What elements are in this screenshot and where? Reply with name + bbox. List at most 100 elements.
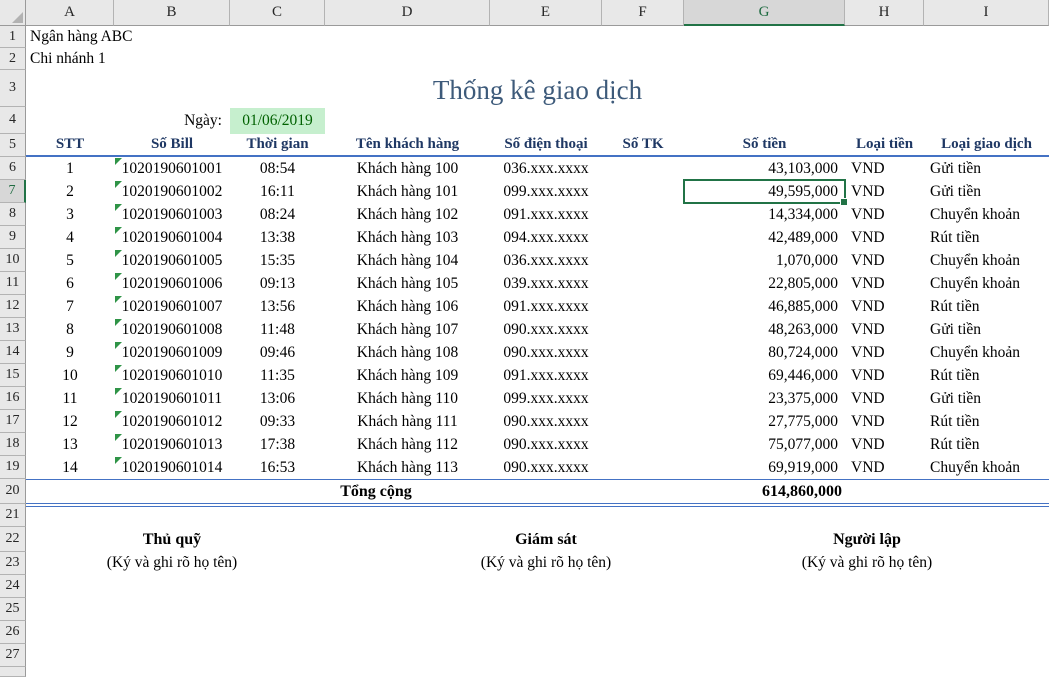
date-value-cell[interactable]: 01/06/2019 — [230, 108, 325, 134]
cell-type-row16[interactable]: Gửi tiền — [924, 387, 1049, 410]
row-header-4[interactable]: 4 — [0, 107, 26, 134]
signature-title-cashier[interactable]: Thủ quỹ — [62, 527, 282, 552]
cell-amount-row16[interactable]: 23,375,000 — [684, 387, 845, 410]
column-header-H[interactable]: H — [845, 0, 924, 26]
cell-currency-row12[interactable]: VND — [845, 295, 924, 318]
cell-phone-row19[interactable]: 090.xxx.xxxx — [490, 456, 602, 479]
cell-type-row9[interactable]: Rút tiền — [924, 226, 1049, 249]
cell-time-row13[interactable]: 11:48 — [230, 318, 325, 341]
cell-account-row7[interactable] — [602, 180, 684, 203]
cell-stt-row14[interactable]: 9 — [26, 341, 114, 364]
cell-amount-row7[interactable]: 49,595,000 — [684, 180, 845, 203]
row-header-18[interactable]: 18 — [0, 433, 26, 456]
cell-phone-row12[interactable]: 091.xxx.xxxx — [490, 295, 602, 318]
cell-phone-row13[interactable]: 090.xxx.xxxx — [490, 318, 602, 341]
cell-time-row12[interactable]: 13:56 — [230, 295, 325, 318]
cell-type-row10[interactable]: Chuyển khoản — [924, 249, 1049, 272]
cell-currency-row11[interactable]: VND — [845, 272, 924, 295]
cell-phone-row11[interactable]: 039.xxx.xxxx — [490, 272, 602, 295]
cell-time-row11[interactable]: 09:13 — [230, 272, 325, 295]
cell-time-row18[interactable]: 17:38 — [230, 433, 325, 456]
row-header-5[interactable]: 5 — [0, 134, 26, 157]
cell-account-row18[interactable] — [602, 433, 684, 456]
cell-bill-row6[interactable]: 1020190601001 — [114, 157, 230, 180]
cell-currency-row7[interactable]: VND — [845, 180, 924, 203]
cell-account-row10[interactable] — [602, 249, 684, 272]
cell-phone-row18[interactable]: 090.xxx.xxxx — [490, 433, 602, 456]
cell-name-row8[interactable]: Khách hàng 102 — [325, 203, 490, 226]
cell-bill-row9[interactable]: 1020190601004 — [114, 226, 230, 249]
cell-time-row7[interactable]: 16:11 — [230, 180, 325, 203]
cell-name-row7[interactable]: Khách hàng 101 — [325, 180, 490, 203]
table-header-type[interactable]: Loại giao dịch — [924, 134, 1049, 155]
cell-bill-row8[interactable]: 1020190601003 — [114, 203, 230, 226]
cell-stt-row12[interactable]: 7 — [26, 295, 114, 318]
cell-type-row13[interactable]: Gửi tiền — [924, 318, 1049, 341]
cell-stt-row6[interactable]: 1 — [26, 157, 114, 180]
row-header-25[interactable]: 25 — [0, 598, 26, 621]
row-header-12[interactable]: 12 — [0, 295, 26, 318]
cell-name-row6[interactable]: Khách hàng 100 — [325, 157, 490, 180]
cell-name-row13[interactable]: Khách hàng 107 — [325, 318, 490, 341]
cell-name-row18[interactable]: Khách hàng 112 — [325, 433, 490, 456]
signature-note-supervisor[interactable]: (Ký và ghi rõ họ tên) — [416, 552, 676, 574]
column-header-E[interactable]: E — [490, 0, 602, 26]
row-header-16[interactable]: 16 — [0, 387, 26, 410]
row-header-9[interactable]: 9 — [0, 226, 26, 249]
row-header-23[interactable]: 23 — [0, 552, 26, 575]
cell-account-row19[interactable] — [602, 456, 684, 479]
table-header-amount[interactable]: Số tiền — [684, 134, 845, 155]
cell-stt-row10[interactable]: 5 — [26, 249, 114, 272]
company-cell[interactable]: Ngân hàng ABC — [30, 26, 132, 48]
cell-name-row10[interactable]: Khách hàng 104 — [325, 249, 490, 272]
cell-account-row6[interactable] — [602, 157, 684, 180]
date-label-cell[interactable]: Ngày: — [114, 107, 222, 134]
table-header-name[interactable]: Tên khách hàng — [325, 134, 490, 155]
cell-bill-row10[interactable]: 1020190601005 — [114, 249, 230, 272]
cell-time-row16[interactable]: 13:06 — [230, 387, 325, 410]
cell-currency-row13[interactable]: VND — [845, 318, 924, 341]
cell-bill-row15[interactable]: 1020190601010 — [114, 364, 230, 387]
cell-type-row15[interactable]: Rút tiền — [924, 364, 1049, 387]
cell-account-row16[interactable] — [602, 387, 684, 410]
cell-phone-row6[interactable]: 036.xxx.xxxx — [490, 157, 602, 180]
report-title[interactable]: Thống kê giao dịch — [26, 70, 1049, 107]
cell-name-row9[interactable]: Khách hàng 103 — [325, 226, 490, 249]
cell-name-row16[interactable]: Khách hàng 110 — [325, 387, 490, 410]
cell-currency-row18[interactable]: VND — [845, 433, 924, 456]
cell-account-row12[interactable] — [602, 295, 684, 318]
column-header-I[interactable]: I — [924, 0, 1049, 26]
row-header-11[interactable]: 11 — [0, 272, 26, 295]
signature-note-preparer[interactable]: (Ký và ghi rõ họ tên) — [737, 552, 997, 574]
cell-amount-row11[interactable]: 22,805,000 — [684, 272, 845, 295]
cell-amount-row12[interactable]: 46,885,000 — [684, 295, 845, 318]
cell-currency-row9[interactable]: VND — [845, 226, 924, 249]
row-header-3[interactable]: 3 — [0, 70, 26, 107]
cell-phone-row16[interactable]: 099.xxx.xxxx — [490, 387, 602, 410]
cell-amount-row19[interactable]: 69,919,000 — [684, 456, 845, 479]
cell-currency-row17[interactable]: VND — [845, 410, 924, 433]
cell-amount-row17[interactable]: 27,775,000 — [684, 410, 845, 433]
cell-account-row8[interactable] — [602, 203, 684, 226]
column-header-C[interactable]: C — [230, 0, 325, 26]
table-header-account[interactable]: Số TK — [602, 134, 684, 155]
cell-phone-row15[interactable]: 091.xxx.xxxx — [490, 364, 602, 387]
cell-phone-row7[interactable]: 099.xxx.xxxx — [490, 180, 602, 203]
cell-time-row19[interactable]: 16:53 — [230, 456, 325, 479]
column-header-G[interactable]: G — [684, 0, 845, 26]
cell-name-row19[interactable]: Khách hàng 113 — [325, 456, 490, 479]
row-header-13[interactable]: 13 — [0, 318, 26, 341]
row-header-8[interactable]: 8 — [0, 203, 26, 226]
cell-account-row15[interactable] — [602, 364, 684, 387]
cell-account-row17[interactable] — [602, 410, 684, 433]
cell-currency-row8[interactable]: VND — [845, 203, 924, 226]
cell-time-row17[interactable]: 09:33 — [230, 410, 325, 433]
cell-type-row8[interactable]: Chuyển khoản — [924, 203, 1049, 226]
cell-name-row11[interactable]: Khách hàng 105 — [325, 272, 490, 295]
cell-bill-row14[interactable]: 1020190601009 — [114, 341, 230, 364]
table-header-phone[interactable]: Số điện thoại — [490, 134, 602, 155]
row-header-6[interactable]: 6 — [0, 157, 26, 180]
cell-bill-row12[interactable]: 1020190601007 — [114, 295, 230, 318]
signature-title-supervisor[interactable]: Giám sát — [436, 527, 656, 552]
cell-phone-row14[interactable]: 090.xxx.xxxx — [490, 341, 602, 364]
